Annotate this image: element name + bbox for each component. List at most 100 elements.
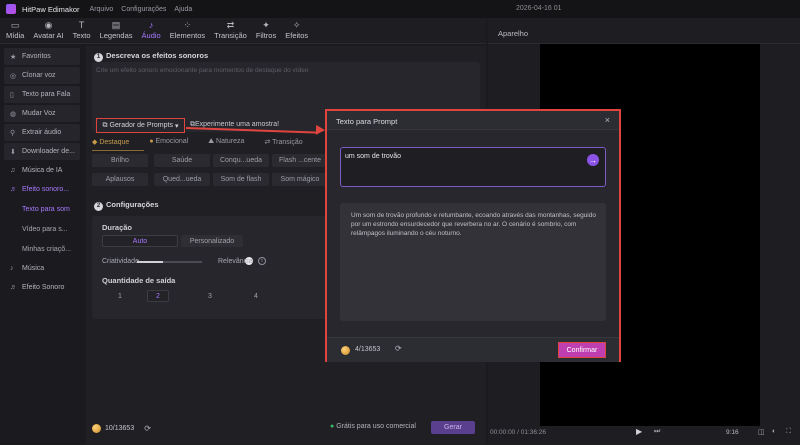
tab-transition[interactable]: ⇄ Transição — [264, 138, 302, 150]
dialog-footer: 4/13653 ⟳ Confirmar — [327, 337, 619, 362]
section-number: 1 — [94, 53, 103, 62]
tool-label: Mídia — [6, 31, 25, 40]
sidebar-item-change-voice[interactable]: ◍ Mudar Voz — [4, 105, 80, 122]
tool-media[interactable]: ▭ Mídia — [6, 20, 24, 43]
output-option-3[interactable]: 3 — [192, 290, 228, 302]
sidebar-item-label: Extrair áudio — [22, 129, 62, 136]
nature-icon: ⛰ — [208, 138, 215, 145]
description-placeholder: Crie um efeito sonoro emocionante para m… — [96, 67, 309, 74]
aspect-ratio[interactable]: 9:16 — [726, 429, 739, 436]
fullscreen-icon[interactable]: ⛶ — [786, 428, 791, 436]
section-title-text: Configurações — [106, 200, 159, 209]
duration-auto-option[interactable]: Auto — [102, 235, 178, 247]
tab-label: Transição — [272, 139, 303, 146]
menu-configuracoes[interactable]: Configurações — [121, 6, 166, 13]
sidebar: ★ Favoritos ◎ Clonar voz ▯ Texto para Fala … — [0, 46, 84, 445]
chip-som-magico[interactable]: Som mágico — [272, 173, 328, 186]
sidebar-item-music[interactable]: ♪ Música — [4, 260, 80, 277]
sidebar-item-text-to-speech[interactable]: ▯ Texto para Fala — [4, 86, 80, 103]
prompt-generator-label: Gerador de Prompts — [109, 122, 173, 129]
sidebar-item-label: Texto para Fala — [22, 91, 71, 98]
close-icon[interactable]: × — [605, 115, 610, 125]
generate-button[interactable]: Gerar — [431, 421, 475, 434]
emotional-icon: ● — [149, 138, 154, 145]
sidebar-item-label: Música de IA — [22, 167, 63, 174]
sidebar-item-label: Clonar voz — [22, 72, 56, 79]
app-logo-icon — [6, 4, 16, 14]
sidebar-item-ai-music[interactable]: ♫ Música de IA — [4, 162, 80, 179]
sidebar-item-favorites[interactable]: ★ Favoritos — [4, 48, 80, 65]
tab-emotional[interactable]: ● Emocional — [149, 138, 188, 150]
tab-highlight[interactable]: ◆ Destaque — [92, 138, 129, 150]
output-option-2[interactable]: 2 — [147, 290, 169, 302]
tool-label: Texto — [72, 31, 91, 40]
prompt-generator-icon: ⧉ — [102, 121, 108, 129]
sidebar-item-sound-effects[interactable]: ♬ Efeito Sonoro — [4, 279, 80, 296]
commercial-text: Grátis para uso comercial — [336, 423, 416, 430]
check-icon: ● — [330, 423, 335, 430]
credits-used: 10 — [105, 424, 113, 432]
tab-nature[interactable]: ⛰ Natureza — [208, 138, 244, 150]
credits-total: /13653 — [112, 424, 135, 432]
confirm-button[interactable]: Confirmar — [558, 342, 606, 358]
tool-avatar-ai[interactable]: ◉ Avatar AI — [33, 20, 63, 43]
chip-conquista[interactable]: Conqu...ueda — [213, 154, 269, 167]
section-settings-title: 2 Configurações — [94, 200, 159, 211]
refresh-icon[interactable]: ⟳ — [144, 424, 151, 433]
next-frame-icon[interactable]: ⏭ — [654, 428, 660, 436]
credits-coin-icon — [341, 346, 350, 355]
sidebar-item-downloader[interactable]: ⬇ Downloader de... — [4, 143, 80, 160]
sidebar-item-extract-audio[interactable]: ⚲ Extrair áudio — [4, 124, 80, 141]
tool-label: Filtros — [255, 31, 277, 40]
sidebar-sub-text-to-sound[interactable]: Texto para som — [4, 200, 80, 218]
tool-transition[interactable]: ⇄ Transição — [214, 20, 247, 43]
dialog-credits: 4/13653 — [355, 346, 380, 353]
output-option-4[interactable]: 4 — [238, 290, 274, 302]
tool-text[interactable]: T Texto — [73, 20, 91, 43]
tts-icon: ▯ — [10, 91, 14, 99]
volume-icon[interactable]: ◐ — [772, 428, 776, 435]
snapshot-icon[interactable]: ◫ — [758, 428, 765, 436]
tool-elements[interactable]: ⁘ Elementos — [170, 20, 205, 43]
chip-som-flash[interactable]: Som de flash — [213, 173, 269, 186]
play-icon[interactable]: ▶ — [636, 427, 642, 436]
tool-subtitles[interactable]: ▤ Legendas — [100, 20, 133, 43]
download-icon: ⬇ — [10, 148, 16, 156]
prompt-generator-button[interactable]: ⧉ Gerador de Prompts ▾ — [96, 118, 185, 133]
chip-brilho[interactable]: Brilho — [92, 154, 148, 167]
send-arrow-icon[interactable]: → — [587, 154, 599, 166]
text-to-prompt-dialog: Texto para Prompt × um som de trovão → U… — [325, 109, 621, 362]
chip-flash[interactable]: Flash ...cente — [272, 154, 328, 167]
tool-label: Efeitos — [285, 31, 309, 40]
sound-icon: ♬ — [10, 284, 17, 291]
elements-icon: ⁘ — [183, 20, 192, 30]
app-window: HitPaw Edimakor Arquivo Configurações Aj… — [0, 0, 800, 445]
text-icon: T — [78, 20, 85, 30]
sidebar-item-sound-effect[interactable]: ♬ Efeito sonoro... — [4, 181, 80, 198]
info-icon[interactable]: i — [258, 257, 266, 265]
menu-arquivo[interactable]: Arquivo — [90, 6, 114, 13]
relevance-label: Relevância — [218, 258, 253, 265]
tool-label: Áudio — [141, 31, 161, 40]
main-bottom-bar: 10/13653 ⟳ ● Grátis para uso comercial — [92, 419, 480, 437]
sidebar-sub-my-creations[interactable]: Minhas criaçõ... — [4, 240, 80, 258]
sidebar-sub-video-to-sound[interactable]: Vídeo para s... — [4, 220, 80, 238]
chip-queda[interactable]: Qued...ueda — [154, 173, 210, 186]
output-option-1[interactable]: 1 — [102, 290, 138, 302]
menu-ajuda[interactable]: Ajuda — [174, 6, 192, 13]
prompt-input[interactable]: um som de trovão → — [340, 147, 606, 187]
effects-icon: ✧ — [292, 20, 301, 30]
transition-icon: ⇄ — [226, 20, 235, 30]
chip-saude[interactable]: Saúde — [154, 154, 210, 167]
tool-effects[interactable]: ✧ Efeitos — [285, 20, 308, 43]
tool-audio[interactable]: ♪ Áudio — [142, 20, 161, 43]
refresh-icon[interactable]: ⟳ — [395, 344, 402, 353]
chip-aplausos[interactable]: Aplausos — [92, 173, 148, 186]
playback-time: 00:00:00 / 01:36:26 — [490, 429, 547, 436]
sidebar-item-clone-voice[interactable]: ◎ Clonar voz — [4, 67, 80, 84]
creativity-slider[interactable] — [137, 261, 202, 263]
creativity-label: Criatividade — [102, 258, 139, 265]
prompt-result-text: Um som de trovão profundo e retumbante, … — [351, 212, 596, 237]
tool-filters[interactable]: ✦ Filtros — [256, 20, 276, 43]
duration-custom-option[interactable]: Personalizado — [181, 235, 243, 247]
